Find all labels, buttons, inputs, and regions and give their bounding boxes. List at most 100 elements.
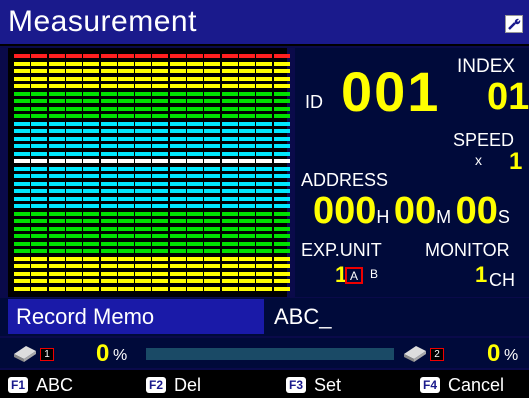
meter-segment	[273, 129, 290, 133]
settings-wrench-button[interactable]	[505, 15, 523, 33]
meter-segment	[256, 256, 273, 261]
meter-segment	[204, 159, 221, 163]
meter-segment	[152, 129, 169, 133]
meter-segment	[48, 286, 65, 291]
meter-segment	[135, 196, 152, 201]
meter-segment	[65, 84, 82, 88]
meter-segment	[169, 136, 186, 141]
disk-2-icon	[404, 346, 426, 362]
meter-segment	[256, 226, 273, 231]
meter-segment	[14, 234, 30, 238]
meter-segment	[117, 204, 134, 208]
meter-segment	[48, 211, 65, 216]
address-hours: 000	[313, 190, 377, 232]
meter-segment	[273, 189, 290, 193]
record-memo-input[interactable]: ABC_	[274, 299, 529, 334]
meter-segment	[135, 91, 152, 96]
meter-segment	[14, 69, 30, 73]
meter-segment	[273, 54, 290, 58]
meter-segment	[169, 226, 186, 231]
meter-segment	[273, 264, 290, 268]
meter-segment	[238, 211, 255, 216]
meter-channel-3	[48, 54, 65, 294]
disk-2-number: 2	[430, 348, 444, 361]
meter-segment	[31, 61, 48, 66]
meter-segment	[14, 226, 30, 231]
meter-segment	[100, 181, 117, 186]
meter-segment	[135, 241, 152, 246]
meter-segment	[187, 271, 203, 276]
meter-segment	[169, 159, 186, 163]
exp-unit-a-option[interactable]: A	[345, 267, 363, 284]
status-row: 1 0 % 2 0 %	[0, 338, 529, 368]
meter-segment	[65, 211, 82, 216]
meter-segment	[31, 234, 48, 238]
meter-segment	[221, 114, 238, 118]
meter-segment	[273, 136, 290, 141]
meter-segment	[65, 114, 82, 118]
meter-segment	[65, 204, 82, 208]
meter-segment	[187, 279, 203, 283]
meter-segment	[65, 279, 82, 283]
meter-channel-2	[31, 54, 48, 294]
meter-segment	[238, 271, 255, 276]
exp-unit-b-option[interactable]: B	[365, 267, 383, 284]
meter-segment	[14, 204, 30, 208]
meter-segment	[117, 226, 134, 231]
meter-segment	[31, 174, 48, 178]
meter-segment	[48, 204, 65, 208]
meter-segment	[135, 129, 152, 133]
meter-segment	[117, 144, 134, 148]
meter-segment	[31, 144, 48, 148]
meter-segment	[135, 234, 152, 238]
meter-channel-15	[256, 54, 273, 294]
meter-segment	[187, 114, 203, 118]
meter-segment	[83, 159, 100, 163]
meter-segment	[273, 181, 290, 186]
meter-segment	[117, 159, 134, 163]
meter-segment	[238, 136, 255, 141]
meter-segment	[31, 264, 48, 268]
meter-segment	[31, 256, 48, 261]
meter-segment	[187, 226, 203, 231]
meter-segment	[256, 114, 273, 118]
meter-segment	[256, 129, 273, 133]
meter-segment	[65, 129, 82, 133]
meter-segment	[100, 174, 117, 178]
meter-segment	[221, 181, 238, 186]
meter-segment	[83, 129, 100, 133]
meter-segment	[221, 106, 238, 111]
meter-segment	[187, 204, 203, 208]
meter-segment	[204, 286, 221, 291]
meter-segment	[169, 174, 186, 178]
meter-segment	[256, 91, 273, 96]
f2-tag: F2	[146, 377, 167, 393]
meter-segment	[187, 174, 203, 178]
meter-segment	[221, 174, 238, 178]
meter-segment	[48, 136, 65, 141]
meter-segment	[83, 234, 100, 238]
meter-segment	[256, 166, 273, 171]
meter-segment	[135, 69, 152, 73]
meter-segment	[100, 99, 117, 103]
meter-segment	[204, 84, 221, 88]
meter-segment	[221, 99, 238, 103]
meter-segment	[273, 196, 290, 201]
meter-segment	[83, 264, 100, 268]
meter-segment	[273, 69, 290, 73]
meter-segment	[152, 181, 169, 186]
meter-segment	[100, 286, 117, 291]
id-value: 001	[341, 60, 441, 123]
meter-segment	[256, 219, 273, 223]
meter-segment	[152, 136, 169, 141]
meter-segment	[14, 76, 30, 81]
meter-segment	[48, 196, 65, 201]
meter-segment	[48, 174, 65, 178]
meter-segment	[48, 249, 65, 253]
meter-segment	[152, 61, 169, 66]
meter-segment	[187, 249, 203, 253]
meter-channel-14	[238, 54, 255, 294]
meter-segment	[117, 91, 134, 96]
meter-segment	[14, 219, 30, 223]
meter-segment	[187, 211, 203, 216]
